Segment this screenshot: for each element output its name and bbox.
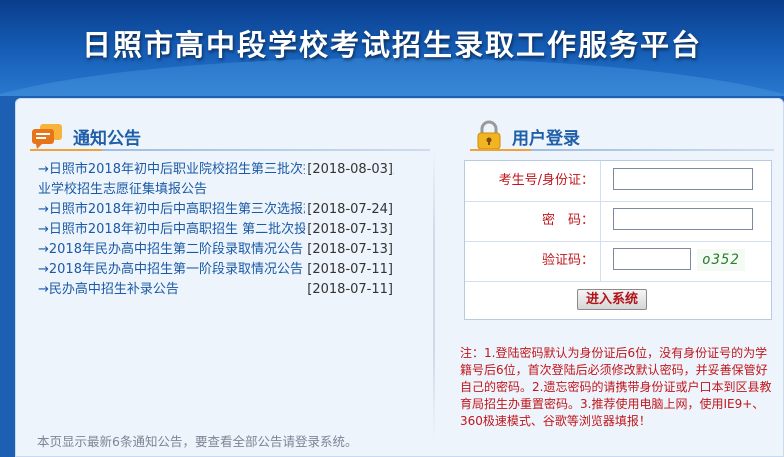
password-input[interactable] — [613, 208, 753, 230]
login-title-underline — [470, 149, 774, 151]
notice-item[interactable]: →日照市2018年初中后中高职招生 第二批次投档预录取公告 [2018-07-1… — [38, 220, 398, 240]
login-submit-button[interactable]: 进入系统 — [577, 289, 647, 310]
notice-item[interactable]: →2018年民办高中招生第二阶段录取情况公告 [2018-07-13] — [38, 240, 398, 260]
notice-title-underline — [30, 149, 430, 151]
notice-item[interactable]: →2018年民办高中招生第一阶段录取情况公告 [2018-07-11] — [38, 260, 398, 280]
login-section-title: 用户登录 — [512, 129, 580, 149]
notice-item[interactable]: →日照市2018年初中后中高职招生第三次选报志愿提示 [2018-07-24] — [38, 200, 398, 220]
lock-icon — [477, 120, 501, 150]
login-form: 考生号/身份证： 密 码： 验证码： o352 进入系统 — [464, 160, 772, 320]
captcha-input[interactable] — [613, 248, 691, 270]
login-row-captcha: 验证码： o352 — [465, 241, 771, 282]
notice-item-date: [2018-07-11] — [305, 260, 393, 280]
login-instructions-note: 注：1.登陆密码默认为身份证后6位，没有身份证号的为学籍号后6位，首次登陆后必须… — [460, 346, 772, 428]
notice-section-title: 通知公告 — [73, 129, 141, 149]
notice-item[interactable]: →民办高中招生补录公告 [2018-07-11] — [38, 280, 398, 300]
section-divider — [433, 150, 435, 440]
captcha-label: 验证码： — [465, 241, 601, 281]
header-banner: 日照市高中段学校考试招生录取工作服务平台 — [0, 0, 784, 96]
notice-item-date: [2018-07-24] — [305, 200, 393, 220]
notice-item-link[interactable]: →民办高中招生补录公告 — [38, 282, 179, 297]
notice-item-date: [2018-07-13] — [305, 220, 393, 240]
notice-list: →日照市2018年初中后职业院校招生第三批次投档预录取及职业学校招生志愿征集填报… — [38, 160, 398, 300]
captcha-image[interactable]: o352 — [697, 249, 745, 271]
notice-item-date: [2018-08-03] — [305, 160, 393, 180]
password-label: 密 码： — [465, 201, 601, 241]
login-row-id: 考生号/身份证： — [465, 161, 771, 202]
notice-footer-text: 本页显示最新6条通知公告，要查看全部公告请登录系统。 — [37, 434, 358, 449]
login-row-password: 密 码： — [465, 201, 771, 242]
id-label: 考生号/身份证： — [465, 161, 601, 201]
login-row-submit: 进入系统 — [465, 281, 771, 321]
notice-item-link[interactable]: →2018年民办高中招生第二阶段录取情况公告 — [38, 242, 303, 257]
notice-item-date: [2018-07-11] — [305, 280, 393, 300]
site-title: 日照市高中段学校考试招生录取工作服务平台 — [81, 28, 702, 62]
notice-chat-icon — [32, 124, 62, 149]
notice-item-link[interactable]: →2018年民办高中招生第一阶段录取情况公告 — [38, 262, 303, 277]
notice-item[interactable]: →日照市2018年初中后职业院校招生第三批次投档预录取及职业学校招生志愿征集填报… — [38, 160, 398, 200]
id-input[interactable] — [613, 168, 753, 190]
notice-item-date: [2018-07-13] — [305, 240, 393, 260]
